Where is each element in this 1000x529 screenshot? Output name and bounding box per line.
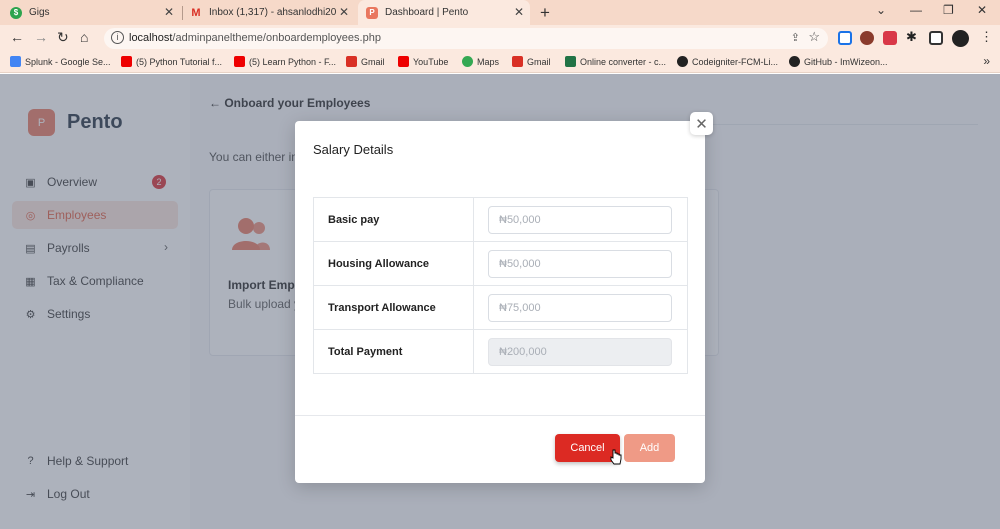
site-info-icon[interactable]: i — [111, 31, 124, 44]
bookmark-item[interactable]: Splunk - Google Se... — [10, 56, 111, 67]
hand-cursor-icon — [610, 449, 622, 465]
address-bar[interactable]: i localhost/adminpaneltheme/onboardemplo… — [104, 28, 828, 49]
forward-arrow-icon[interactable]: → — [34, 29, 48, 45]
gmail-favicon-icon: M — [191, 6, 201, 19]
tab-search-chevron-icon[interactable]: ⌄ — [876, 3, 886, 17]
profile-avatar-icon[interactable] — [952, 30, 969, 47]
modal-title: Salary Details — [313, 142, 394, 157]
housing-allowance-input[interactable] — [488, 249, 672, 278]
minimize-icon[interactable]: — — [910, 3, 922, 17]
browser-menu-icon[interactable]: ⋮ — [980, 29, 993, 45]
bookmark-item[interactable]: GitHub - ImWizeon... — [789, 56, 888, 67]
extensions-puzzle-icon[interactable]: ✱ — [906, 29, 920, 44]
side-panel-icon[interactable] — [929, 31, 943, 45]
bookmark-item[interactable]: Maps — [462, 56, 499, 67]
table-row: Basic pay — [313, 197, 688, 242]
gmail-icon — [512, 56, 523, 67]
youtube-icon — [398, 56, 409, 67]
extension-s-icon[interactable] — [883, 31, 897, 45]
maps-pin-icon — [462, 56, 473, 67]
modal-divider — [295, 415, 705, 416]
housing-allowance-label: Housing Allowance — [313, 241, 474, 286]
close-tab-icon[interactable]: ✕ — [164, 5, 174, 19]
home-icon[interactable]: ⌂ — [80, 29, 88, 45]
add-button[interactable]: Add — [624, 434, 675, 462]
table-row: Housing Allowance — [313, 241, 688, 286]
transport-allowance-input[interactable] — [488, 293, 672, 322]
pento-favicon-icon: P — [366, 6, 378, 19]
url-host: localhost — [129, 32, 173, 44]
bookmark-item[interactable]: Codeigniter-FCM-Li... — [677, 56, 778, 67]
total-payment-input — [488, 337, 672, 366]
browser-tab-strip: $ Gigs ✕ M Inbox (1,317) - ahsanlodhi201… — [0, 0, 1000, 25]
close-icon[interactable]: ✕ — [690, 112, 713, 135]
tab-dashboard-pento[interactable]: P Dashboard | Pento ✕ — [358, 0, 530, 25]
bookmark-item[interactable]: (5) Python Tutorial f... — [121, 56, 222, 67]
tab-separator — [182, 6, 183, 20]
gigs-favicon-icon: $ — [10, 6, 22, 19]
github-icon — [677, 56, 688, 67]
salary-details-modal: Salary Details Basic pay Housing Allowan… — [295, 121, 705, 483]
basic-pay-label: Basic pay — [313, 197, 474, 242]
bookmark-item[interactable]: (5) Learn Python - F... — [234, 56, 336, 67]
close-tab-icon[interactable]: ✕ — [514, 5, 524, 19]
salary-table: Basic pay Housing Allowance Transport Al… — [313, 197, 688, 374]
new-tab-icon[interactable]: + — [540, 3, 550, 23]
restore-icon[interactable]: ❐ — [943, 3, 954, 17]
excel-icon — [565, 56, 576, 67]
basic-pay-input[interactable] — [488, 205, 672, 234]
bookmark-item[interactable]: YouTube — [398, 56, 448, 67]
bookmarks-bar: Splunk - Google Se... (5) Python Tutoria… — [0, 52, 1000, 73]
close-tab-icon[interactable]: ✕ — [339, 5, 349, 19]
back-arrow-icon[interactable]: ← — [10, 29, 24, 45]
bookmark-star-icon[interactable]: ☆ — [808, 29, 820, 45]
close-window-icon[interactable]: ✕ — [977, 3, 987, 17]
github-icon — [789, 56, 800, 67]
bookmark-item[interactable]: Gmail — [346, 56, 385, 67]
table-row: Transport Allowance — [313, 285, 688, 330]
url-path: /adminpaneltheme/onboardemployees.php — [172, 32, 381, 44]
extension-cookie-icon[interactable] — [860, 31, 874, 45]
tab-gigs[interactable]: $ Gigs ✕ — [10, 0, 180, 25]
google-icon — [10, 56, 21, 67]
table-row: Total Payment — [313, 329, 688, 374]
total-payment-label: Total Payment — [313, 329, 474, 374]
share-icon[interactable]: ⇪ — [791, 31, 800, 44]
more-bookmarks-icon[interactable]: » — [983, 54, 990, 68]
reload-icon[interactable]: ↻ — [57, 29, 69, 46]
browser-toolbar: ← → ↻ ⌂ i localhost/adminpaneltheme/onbo… — [0, 25, 1000, 52]
transport-allowance-label: Transport Allowance — [313, 285, 474, 330]
gmail-icon — [346, 56, 357, 67]
bookmark-item[interactable]: Online converter - c... — [565, 56, 666, 67]
bookmark-item[interactable]: Gmail — [512, 56, 551, 67]
extension-cast-icon[interactable] — [838, 31, 852, 45]
tab-gmail-inbox[interactable]: M Inbox (1,317) - ahsanlodhi2016@ ✕ — [190, 0, 355, 25]
youtube-icon — [121, 56, 132, 67]
youtube-icon — [234, 56, 245, 67]
